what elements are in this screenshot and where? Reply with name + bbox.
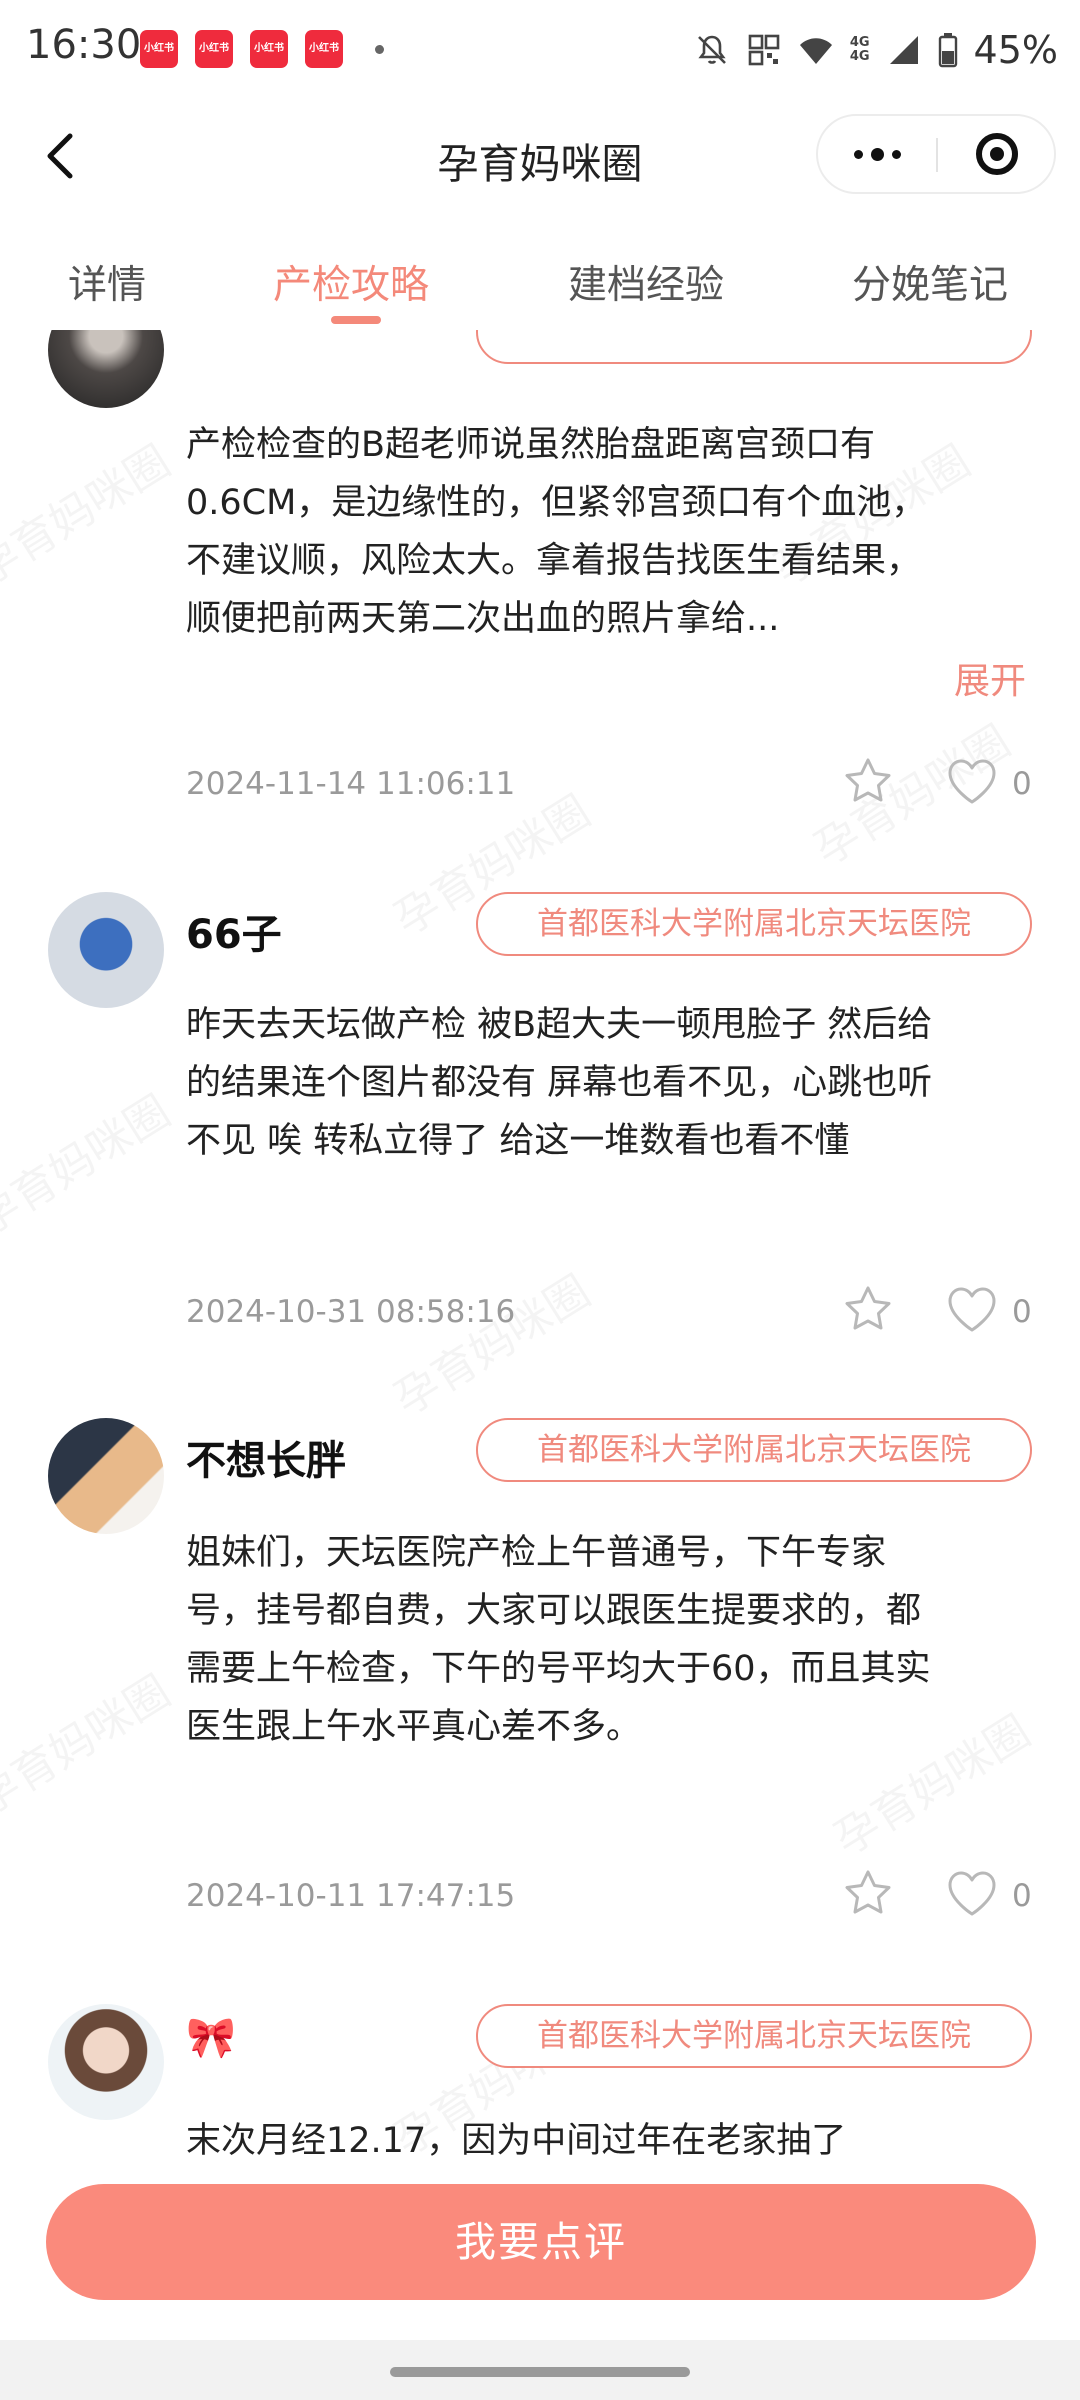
header-bar: 孕育妈咪圈 — [0, 100, 1080, 212]
avatar[interactable] — [48, 2004, 164, 2120]
tab-bar: 详情 产检攻略 建档经验 分娩笔记 — [0, 212, 1080, 330]
star-icon[interactable] — [840, 754, 896, 810]
xiaohongshu-app-icon: 小红书 — [195, 30, 233, 68]
more-button[interactable] — [818, 116, 936, 192]
battery-percent: 45% — [973, 28, 1058, 72]
heart-icon[interactable] — [944, 754, 1000, 810]
expand-link[interactable]: 展开 — [954, 652, 1026, 704]
battery-icon — [938, 33, 957, 68]
review-text: 昨天去天坛做产检 被B超大夫一顿甩脸子 然后给的结果连个图片都没有 屏幕也看不见… — [186, 1005, 933, 1161]
username[interactable]: 66子 — [186, 902, 282, 960]
status-bar: 16:30 小红书 小红书 小红书 小红书 4G 4G 45% — [0, 0, 1080, 100]
more-dot-icon — [870, 147, 884, 161]
wifi-icon — [799, 38, 832, 64]
avatar[interactable] — [48, 330, 164, 408]
heart-icon[interactable] — [944, 1282, 1000, 1338]
watermark: 孕育妈咪圈 — [0, 1077, 180, 1248]
tab-delivery-notes[interactable]: 分娩笔记 — [852, 254, 1008, 310]
more-dot-icon — [853, 149, 863, 159]
hospital-tag[interactable]: 首都医科大学附属北京天坛医院 — [476, 892, 1032, 956]
active-tab-indicator — [331, 316, 381, 324]
like-count: 0 — [1012, 766, 1032, 802]
review-text: 产检检查的B超老师说虽然胎盘距离宫颈口有0.6CM，是边缘性的，但紧邻宫颈口有个… — [186, 425, 927, 639]
watermark: 孕育妈咪圈 — [380, 1257, 600, 1428]
network-type: 4G 4G — [849, 35, 870, 64]
tab-prenatal-guide[interactable]: 产检攻略 — [273, 254, 429, 310]
hospital-tag[interactable] — [476, 330, 1032, 364]
close-miniprogram-button[interactable] — [938, 116, 1056, 192]
review-list[interactable]: 孕育妈咪圈 孕育妈咪圈 孕育妈咪圈 孕育妈咪圈 孕育妈咪圈 孕育妈咪圈 孕育妈咪… — [0, 330, 1080, 2156]
star-icon[interactable] — [840, 1866, 896, 1922]
system-nav-bar — [0, 2340, 1080, 2400]
avatar[interactable] — [48, 892, 164, 1008]
mute-icon — [697, 35, 726, 64]
post-time: 2024-10-11 17:47:15 — [186, 1878, 516, 1914]
avatar[interactable] — [48, 1418, 164, 1534]
star-icon[interactable] — [840, 1282, 896, 1338]
watermark: 孕育妈咪圈 — [0, 1657, 180, 1828]
xiaohongshu-app-icon: 小红书 — [305, 30, 343, 68]
username[interactable]: 不想长胖 — [186, 1428, 346, 1486]
more-dot-icon — [891, 149, 901, 159]
hospital-tag[interactable]: 首都医科大学附属北京天坛医院 — [476, 2004, 1032, 2068]
target-icon — [976, 133, 1018, 175]
xiaohongshu-app-icon: 小红书 — [140, 30, 178, 68]
notification-dot-icon — [375, 45, 384, 54]
tab-details[interactable]: 详情 — [68, 254, 146, 310]
post-time: 2024-11-14 11:06:11 — [186, 766, 516, 802]
hospital-tag[interactable]: 首都医科大学附属北京天坛医院 — [476, 1418, 1032, 1482]
home-indicator[interactable] — [390, 2367, 690, 2377]
review-text: 姐妹们，天坛医院产检上午普通号，下午专家号，挂号都自费，大家可以跟医生提要求的，… — [186, 1533, 931, 1747]
review-text: 末次月经12.17，因为中间过年在老家抽了 — [186, 2121, 847, 2156]
status-time: 16:30 — [26, 22, 142, 68]
like-count: 0 — [1012, 1294, 1032, 1330]
write-review-button[interactable]: 我要点评 — [46, 2184, 1036, 2300]
signal-icon — [889, 36, 918, 64]
miniprogram-capsule — [816, 114, 1056, 194]
heart-icon[interactable] — [944, 1866, 1000, 1922]
post-time: 2024-10-31 08:58:16 — [186, 1294, 516, 1330]
username[interactable]: 🎀 — [186, 2014, 236, 2061]
xiaohongshu-app-icon: 小红书 — [250, 30, 288, 68]
nfc-icon — [748, 34, 780, 66]
like-count: 0 — [1012, 1878, 1032, 1914]
watermark: 孕育妈咪圈 — [0, 427, 180, 598]
tab-filing-experience[interactable]: 建档经验 — [568, 254, 724, 310]
